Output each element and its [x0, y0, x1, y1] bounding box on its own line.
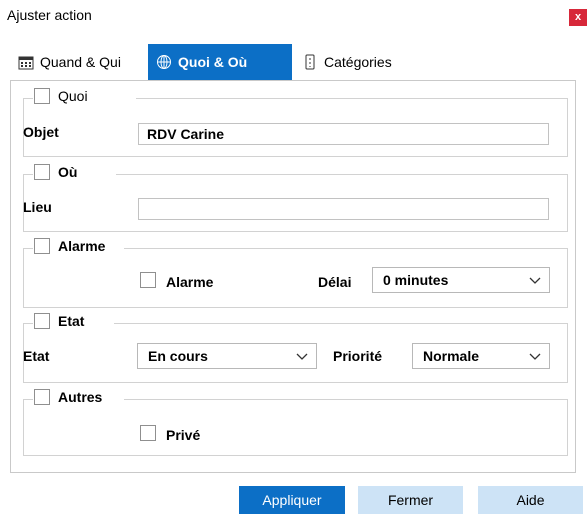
- priorite-select[interactable]: Normale: [412, 343, 550, 369]
- prive-label: Privé: [166, 427, 201, 443]
- tab-quoi-ou[interactable]: Quoi & Où: [148, 44, 292, 80]
- group-ou-header: Où: [34, 164, 84, 180]
- group-alarme-header: Alarme: [34, 238, 112, 254]
- window-title: Ajuster action: [7, 7, 92, 23]
- tab-label: Quoi & Où: [178, 54, 248, 70]
- delai-select[interactable]: 0 minutes: [372, 267, 550, 293]
- group-border: [116, 174, 568, 175]
- tab-bar: Quand & Qui Quoi & Où Catégories: [10, 44, 576, 82]
- objet-input[interactable]: RDV Carine: [138, 123, 549, 145]
- group-border: [124, 399, 568, 400]
- group-border: [23, 399, 33, 400]
- etat-select[interactable]: En cours: [137, 343, 317, 369]
- priorite-value: Normale: [423, 348, 480, 364]
- group-autres: Autres: [23, 389, 568, 456]
- objet-label: Objet: [23, 124, 59, 140]
- quoi-checkbox[interactable]: [34, 88, 50, 104]
- alarme-group-checkbox[interactable]: [34, 238, 50, 254]
- chevron-down-icon: [529, 277, 541, 284]
- group-label: Autres: [58, 389, 103, 405]
- prive-checkbox[interactable]: [140, 425, 156, 441]
- group-label: Quoi: [58, 88, 88, 104]
- alarme-checkbox[interactable]: [140, 272, 156, 288]
- tab-quand-qui[interactable]: Quand & Qui: [10, 44, 140, 80]
- lieu-input[interactable]: [138, 198, 549, 220]
- group-border: [136, 98, 568, 99]
- group-autres-header: Autres: [34, 389, 109, 405]
- group-label: Alarme: [58, 238, 106, 254]
- group-quoi-header: Quoi: [34, 88, 94, 104]
- close-button[interactable]: Fermer: [358, 486, 463, 514]
- group-border: [114, 323, 568, 324]
- title-bar: Ajuster action x: [0, 0, 588, 30]
- delai-label: Délai: [318, 274, 352, 290]
- ou-checkbox[interactable]: [34, 164, 50, 180]
- group-border: [23, 323, 33, 324]
- group-border: [23, 248, 33, 249]
- lieu-label: Lieu: [23, 199, 52, 215]
- group-label: Etat: [58, 313, 85, 329]
- tab-panel: Quoi Objet RDV Carine Où Lieu Alarme Ala…: [10, 80, 576, 473]
- group-border: [23, 98, 33, 99]
- etat-value: En cours: [148, 348, 208, 364]
- help-button[interactable]: Aide: [478, 486, 583, 514]
- group-border: [23, 174, 33, 175]
- delai-value: 0 minutes: [383, 272, 449, 288]
- etat-label: Etat: [23, 348, 50, 364]
- chevron-down-icon: [296, 353, 308, 360]
- tag-icon: [305, 54, 315, 70]
- etat-group-checkbox[interactable]: [34, 313, 50, 329]
- autres-group-checkbox[interactable]: [34, 389, 50, 405]
- tab-categories[interactable]: Catégories: [294, 44, 434, 80]
- chevron-down-icon: [529, 353, 541, 360]
- tab-label: Quand & Qui: [40, 54, 121, 70]
- calendar-icon: [18, 56, 34, 70]
- group-label: Où: [58, 164, 78, 180]
- priorite-label: Priorité: [333, 348, 383, 364]
- alarme-checkbox-label: Alarme: [166, 274, 214, 290]
- group-etat-header: Etat: [34, 313, 91, 329]
- apply-button[interactable]: Appliquer: [239, 486, 345, 514]
- group-border: [124, 248, 568, 249]
- globe-icon: [157, 55, 171, 69]
- close-window-button[interactable]: x: [569, 9, 587, 26]
- tab-label: Catégories: [324, 54, 392, 70]
